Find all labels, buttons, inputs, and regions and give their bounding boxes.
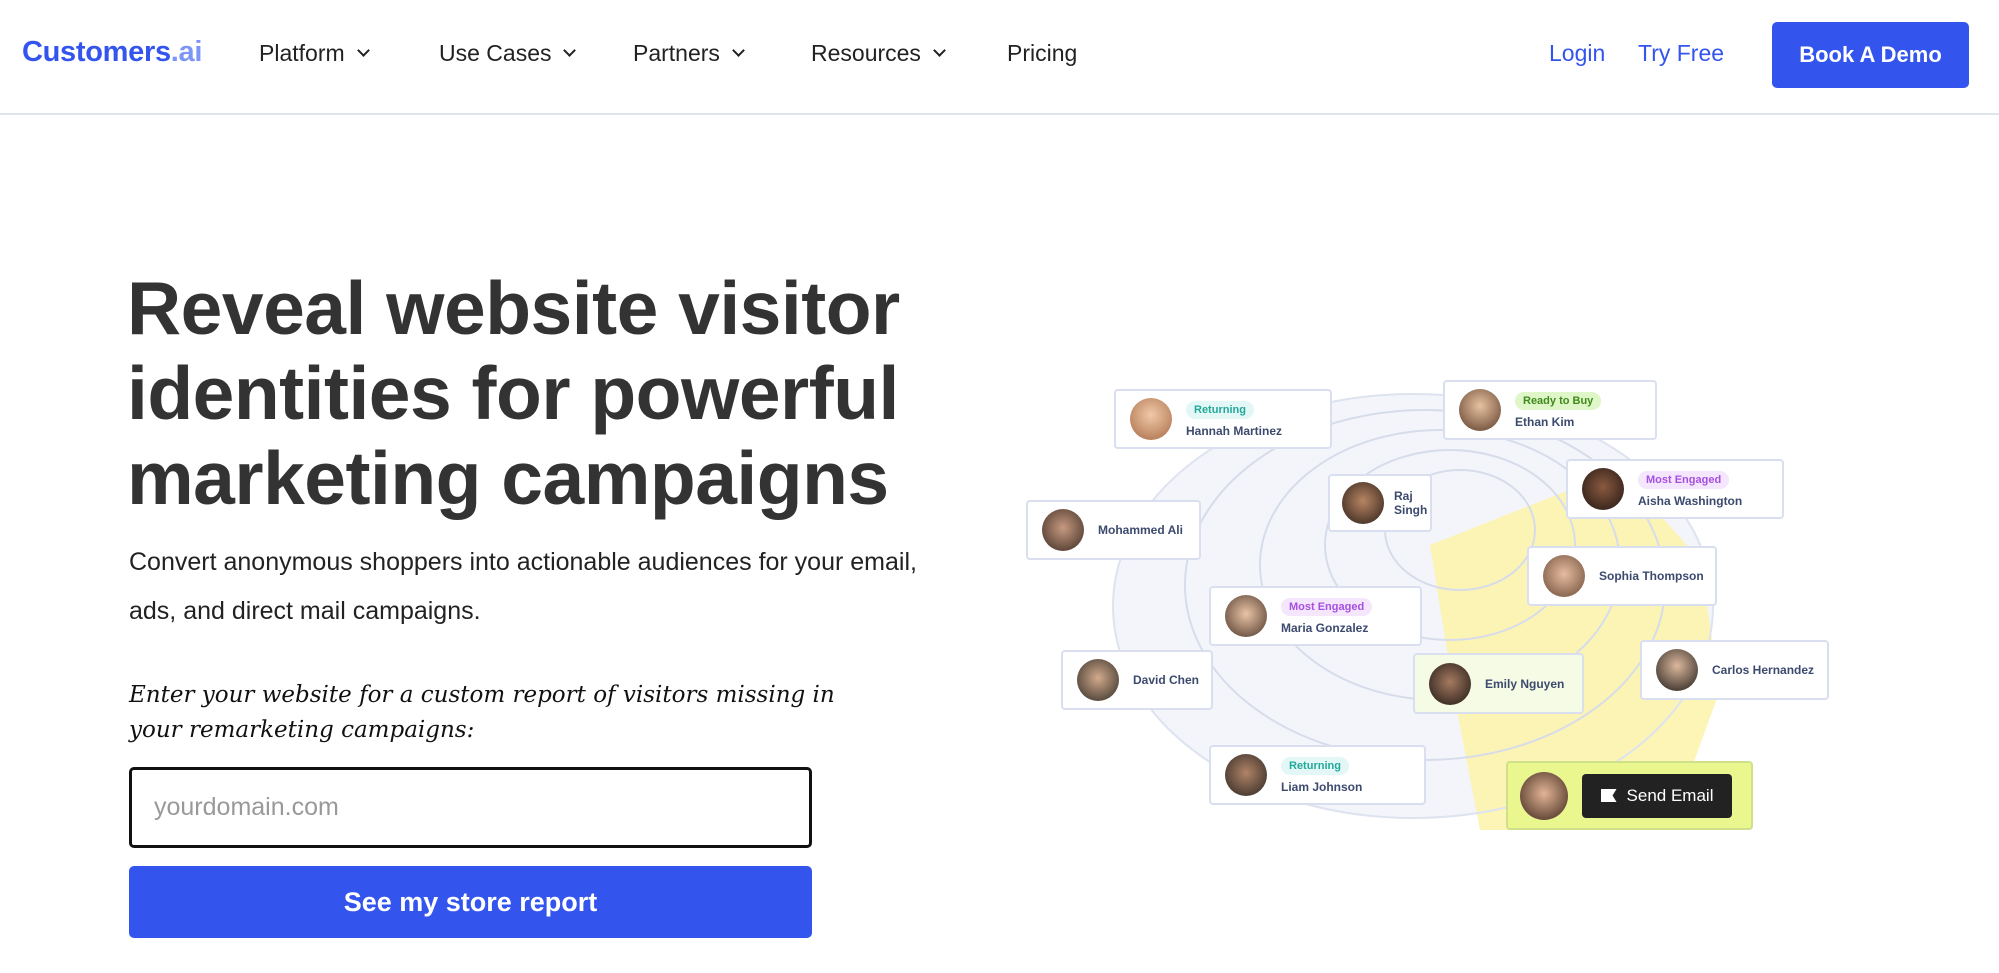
avatar xyxy=(1656,649,1698,691)
avatar xyxy=(1130,398,1172,440)
visitor-card: Sophia Thompson xyxy=(1527,546,1717,606)
visitor-card: Carlos Hernandez xyxy=(1640,640,1829,700)
visitor-name: Ethan Kim xyxy=(1515,415,1575,429)
visitor-name: Sophia Thompson xyxy=(1599,569,1704,583)
visitor-card: Returning Liam Johnson xyxy=(1209,745,1426,805)
visitor-card: Emily Nguyen xyxy=(1413,653,1584,714)
avatar xyxy=(1042,509,1084,551)
visitor-card: Ready to Buy Ethan Kim xyxy=(1443,380,1657,440)
visitor-card: Returning Hannah Martinez xyxy=(1114,389,1332,449)
send-email-card: Send Email xyxy=(1506,761,1753,830)
avatar xyxy=(1077,659,1119,701)
status-badge: Returning xyxy=(1281,757,1349,775)
visitor-name: Raj Singh xyxy=(1394,489,1428,517)
visitor-name: Carlos Hernandez xyxy=(1712,663,1815,677)
status-badge: Most Engaged xyxy=(1638,471,1730,489)
visitor-card: Most Engaged Maria Gonzalez xyxy=(1209,586,1422,646)
status-badge: Most Engaged xyxy=(1281,598,1373,616)
visitor-name: Liam Johnson xyxy=(1281,780,1363,794)
visitor-card: Most Engaged Aisha Washington xyxy=(1566,459,1784,519)
status-badge: Returning xyxy=(1186,401,1254,419)
visitor-name: David Chen xyxy=(1133,673,1200,687)
avatar xyxy=(1225,754,1267,796)
visitor-name: Hannah Martinez xyxy=(1186,424,1283,438)
send-email-button[interactable]: Send Email xyxy=(1582,773,1732,818)
visitor-name: Aisha Washington xyxy=(1638,494,1743,508)
status-badge: Ready to Buy xyxy=(1515,392,1602,410)
email-icon xyxy=(1600,789,1617,802)
avatar xyxy=(1582,468,1624,510)
avatar xyxy=(1543,555,1585,597)
avatar xyxy=(1459,389,1501,431)
visitor-name: Maria Gonzalez xyxy=(1281,621,1369,635)
visitor-card: David Chen xyxy=(1061,650,1213,710)
visitor-name: Emily Nguyen xyxy=(1485,676,1565,691)
avatar xyxy=(1342,482,1384,524)
avatar xyxy=(1520,771,1568,820)
visitor-name: Mohammed Ali xyxy=(1098,523,1183,537)
avatar xyxy=(1429,662,1471,705)
visitor-card: Mohammed Ali xyxy=(1026,500,1201,560)
avatar xyxy=(1225,595,1267,637)
send-email-label: Send Email xyxy=(1626,785,1714,805)
visitor-card: Raj Singh xyxy=(1328,474,1432,532)
